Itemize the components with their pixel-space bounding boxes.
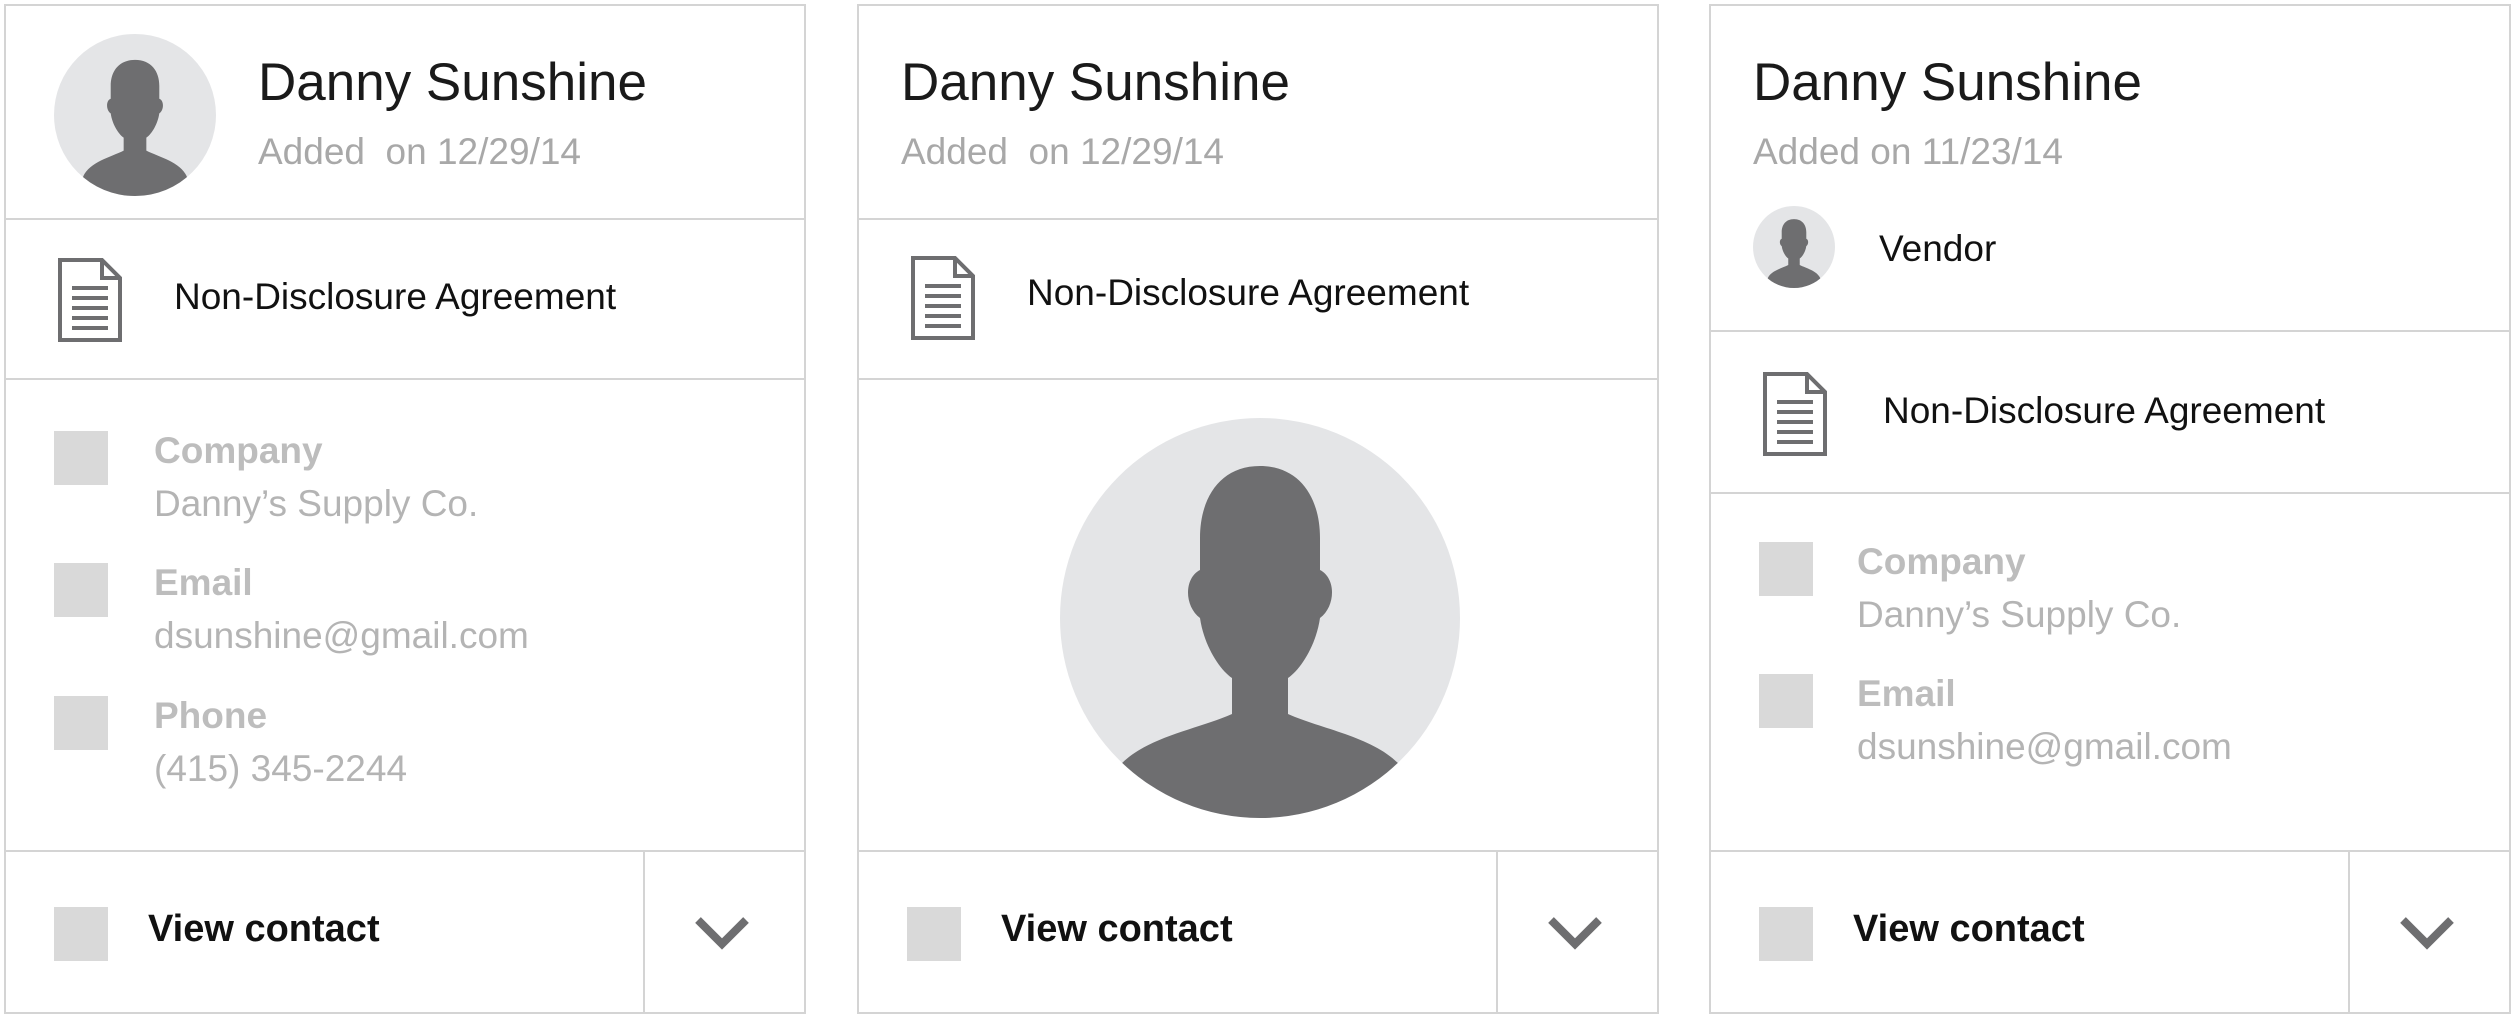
company-value: Danny’s Supply Co.	[1857, 594, 2182, 635]
document-icon	[54, 258, 126, 342]
card-header: Danny Sunshine Added on 11/23/14 Vendor	[1711, 6, 2509, 332]
avatar	[1060, 418, 1460, 818]
document-name: Non-Disclosure Agreement	[1883, 390, 2326, 431]
document-name: Non-Disclosure Agreement	[1027, 272, 1470, 313]
person-silhouette-icon	[83, 59, 187, 196]
card-footer: View contact	[859, 850, 1657, 1012]
view-contact-button[interactable]: View contact	[148, 908, 380, 951]
avatar	[54, 34, 216, 196]
view-contact-icon-placeholder	[1759, 907, 1813, 961]
role-label: Vendor	[1879, 228, 1997, 269]
document-name: Non-Disclosure Agreement	[174, 276, 617, 317]
contact-name: Danny Sunshine	[258, 53, 647, 112]
added-date: Added on 12/29/14	[901, 131, 1225, 172]
card-footer: View contact	[1711, 850, 2509, 1012]
footer-divider	[643, 852, 645, 1012]
contact-card: Danny Sunshine Added on 12/29/14 Non-Dis…	[4, 4, 806, 1014]
email-label: Email	[1857, 673, 1956, 714]
contact-name: Danny Sunshine	[901, 53, 1290, 112]
footer-divider	[1496, 852, 1498, 1012]
document-row[interactable]: Non-Disclosure Agreement	[6, 220, 804, 380]
card-header: Danny Sunshine Added on 12/29/14	[6, 6, 804, 220]
email-label: Email	[154, 562, 253, 603]
phone-label: Phone	[154, 695, 268, 736]
chevron-down-icon[interactable]	[1545, 912, 1605, 952]
added-date: Added on 11/23/14	[1753, 131, 2063, 172]
email-value[interactable]: dsunshine@gmail.com	[154, 615, 529, 657]
contact-details: Company Danny’s Supply Co. Email dsunshi…	[6, 380, 804, 854]
person-silhouette-icon	[1116, 466, 1404, 818]
chevron-down-icon[interactable]	[692, 912, 752, 952]
card-header: Danny Sunshine Added on 12/29/14	[859, 6, 1657, 220]
field-icon-placeholder	[54, 563, 108, 617]
document-icon	[1759, 372, 1831, 456]
company-value: Danny’s Supply Co.	[154, 483, 479, 524]
document-icon	[907, 256, 979, 340]
view-contact-icon-placeholder	[907, 907, 961, 961]
avatar	[1753, 206, 1835, 288]
avatar-area	[859, 380, 1657, 854]
added-date: Added on 12/29/14	[258, 131, 582, 172]
view-contact-icon-placeholder	[54, 907, 108, 961]
company-label: Company	[154, 430, 323, 471]
contact-card: Danny Sunshine Added on 11/23/14 Vendor …	[1709, 4, 2511, 1014]
card-footer: View contact	[6, 850, 804, 1012]
chevron-down-icon[interactable]	[2397, 912, 2457, 952]
footer-divider	[2348, 852, 2350, 1012]
company-label: Company	[1857, 541, 2026, 582]
field-icon-placeholder	[1759, 674, 1813, 728]
phone-value[interactable]: (415) 345-2244	[154, 748, 407, 790]
field-icon-placeholder	[1759, 542, 1813, 596]
person-silhouette-icon	[1767, 219, 1821, 288]
contact-details: Company Danny’s Supply Co. Email dsunshi…	[1711, 494, 2509, 854]
email-value[interactable]: dsunshine@gmail.com	[1857, 726, 2232, 768]
contact-card: Danny Sunshine Added on 12/29/14 Non-Dis…	[857, 4, 1659, 1014]
document-row[interactable]: Non-Disclosure Agreement	[1711, 332, 2509, 494]
contact-name: Danny Sunshine	[1753, 53, 2142, 112]
document-row[interactable]: Non-Disclosure Agreement	[859, 220, 1657, 380]
view-contact-button[interactable]: View contact	[1853, 908, 2085, 951]
field-icon-placeholder	[54, 431, 108, 485]
view-contact-button[interactable]: View contact	[1001, 908, 1233, 951]
field-icon-placeholder	[54, 696, 108, 750]
